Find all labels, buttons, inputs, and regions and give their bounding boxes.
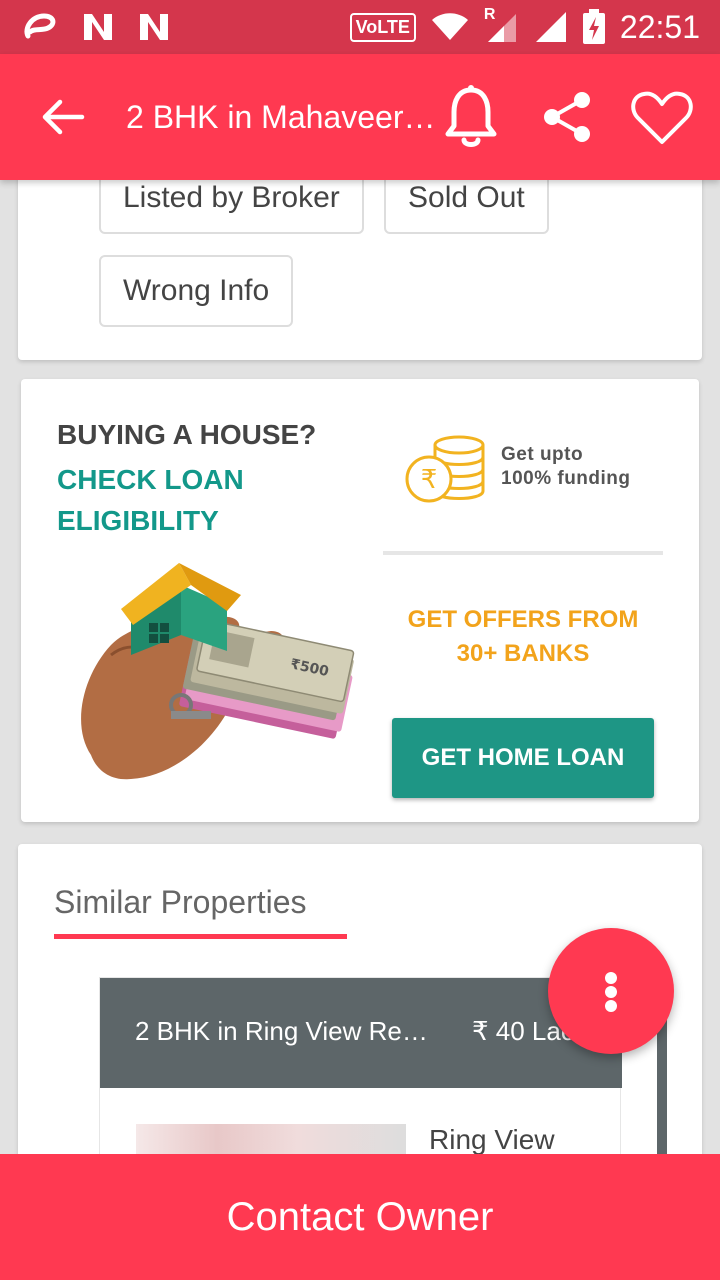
wifi-icon <box>431 13 468 40</box>
airtel-icon <box>24 13 56 39</box>
property-subtitle: Ring View <box>429 1124 555 1155</box>
contact-owner-button[interactable]: Contact Owner <box>0 1154 720 1280</box>
property-card-header: 2 BHK in Ring View Residency ₹ 40 Lacs <box>100 978 622 1088</box>
tab-indicator <box>54 934 347 939</box>
share-icon[interactable] <box>540 90 594 144</box>
offers-line-1: GET OFFERS FROM <box>407 606 639 633</box>
more-options-button[interactable] <box>548 928 674 1054</box>
status-bar: VoLTE R 22:51 <box>0 0 720 54</box>
arrow-left-icon[interactable] <box>38 92 88 142</box>
rupee-symbol: ₹ <box>421 465 438 495</box>
heart-icon[interactable] <box>630 86 694 150</box>
offers-line-2: 30+ BANKS <box>456 640 590 667</box>
get-home-loan-button[interactable]: GET HOME LOAN <box>392 718 654 798</box>
report-card: Listed by Broker Sold Out Wrong Info <box>18 150 702 360</box>
signal-roaming: R <box>484 6 520 44</box>
battery-icon <box>582 9 605 44</box>
property-name: 2 BHK in Ring View Residency <box>135 1016 430 1046</box>
similar-properties-title: Similar Properties <box>54 884 307 920</box>
loan-heading: BUYING A HOUSE? <box>57 419 317 450</box>
n-notification-icon <box>140 14 168 40</box>
app-bar: 2 BHK in Mahaveer Ring View <box>0 54 720 180</box>
n-notification-icon <box>84 14 112 40</box>
status-notifications <box>22 10 170 44</box>
status-system: VoLTE R 22:51 <box>349 6 700 46</box>
signal-icon <box>487 14 516 42</box>
house-on-hand-illustration: ₹500 <box>81 563 355 780</box>
rupee-coins-icon: ₹ <box>405 435 485 503</box>
bell-icon[interactable] <box>442 84 500 150</box>
status-time: 22:51 <box>619 9 700 45</box>
funding-line-1: Get upto <box>501 444 584 465</box>
funding-text: Get upto 100% funding <box>501 443 631 491</box>
home-loan-banner[interactable]: BUYING A HOUSE? CHECK LOAN ELIGIBILITY ₹… <box>21 379 699 822</box>
chip-wrong-info[interactable]: Wrong Info <box>99 255 294 327</box>
signal-icon <box>535 12 566 42</box>
volte-badge: VoLTE <box>349 12 416 42</box>
funding-line-2: 100% funding <box>501 468 631 489</box>
loan-divider <box>383 551 663 555</box>
page-title: 2 BHK in Mahaveer Ring View <box>126 99 436 135</box>
loan-subheading: CHECK LOAN ELIGIBILITY <box>57 464 244 536</box>
bank-offers-text: GET OFFERS FROM 30+ BANKS <box>383 603 663 671</box>
